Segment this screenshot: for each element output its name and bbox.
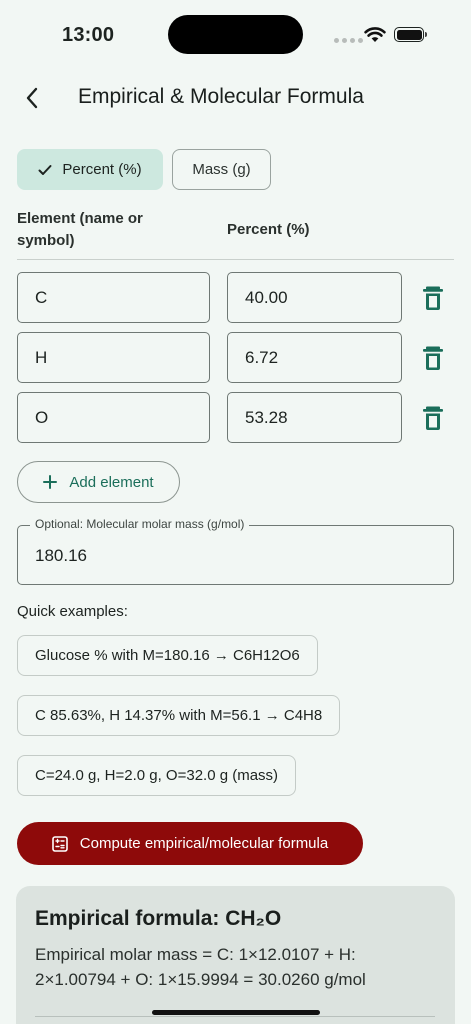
battery-icon xyxy=(394,27,424,42)
percent-input[interactable]: 6.72 xyxy=(227,332,402,383)
add-element-button[interactable]: Add element xyxy=(17,461,180,503)
empirical-molar-mass-text: Empirical molar mass = C: 1×12.0107 + H:… xyxy=(35,945,366,989)
mode-percent-button[interactable]: Percent (%) xyxy=(17,149,163,190)
molar-mass-input[interactable]: Optional: Molecular molar mass (g/mol) 1… xyxy=(17,517,454,585)
compute-label: Compute empirical/molecular formula xyxy=(79,835,329,852)
check-icon xyxy=(38,164,52,175)
compute-button[interactable]: Compute empirical/molecular formula xyxy=(17,822,363,865)
example-chip[interactable]: Glucose % with M=180.16 → C6H12O6 xyxy=(17,635,318,676)
mode-mass-label: Mass (g) xyxy=(192,161,251,178)
add-element-label: Add element xyxy=(69,473,154,491)
percent-input[interactable]: 40.00 xyxy=(227,272,402,323)
cellular-signal-icon xyxy=(334,38,363,43)
delete-icon[interactable] xyxy=(422,405,444,431)
column-header-percent: Percent (%) xyxy=(227,221,310,238)
chevron-left-icon xyxy=(26,87,38,109)
element-input[interactable]: H xyxy=(17,332,210,383)
column-header-element: Element (name or symbol) xyxy=(17,210,143,249)
element-input[interactable]: C xyxy=(17,272,210,323)
app-bar: Empirical & Molecular Formula xyxy=(0,78,471,118)
header-divider xyxy=(17,259,454,260)
mode-mass-button[interactable]: Mass (g) xyxy=(172,149,271,190)
status-time: 13:00 xyxy=(62,24,115,46)
calculator-icon xyxy=(51,835,68,852)
molar-mass-value: 180.16 xyxy=(35,546,87,565)
example-chip[interactable]: C=24.0 g, H=2.0 g, O=32.0 g (mass) xyxy=(17,755,297,796)
result-card: Empirical formula: CH₂O Empirical molar … xyxy=(16,886,455,1024)
example-chip[interactable]: C 85.63%, H 14.37% with M=56.1 → C4H8 xyxy=(17,695,341,736)
mode-percent-label: Percent (%) xyxy=(62,161,142,178)
quick-examples-label: Quick examples: xyxy=(17,603,128,620)
delete-icon[interactable] xyxy=(422,345,444,371)
percent-input[interactable]: 53.28 xyxy=(227,392,402,443)
empirical-formula-title: Empirical formula: CH₂O xyxy=(35,907,282,930)
battery-cap xyxy=(425,32,427,37)
delete-icon[interactable] xyxy=(422,285,444,311)
status-bar: 13:00 xyxy=(0,0,471,70)
home-indicator xyxy=(152,1010,320,1015)
result-divider xyxy=(35,1016,435,1017)
wifi-icon xyxy=(364,27,386,42)
element-input[interactable]: O xyxy=(17,392,210,443)
plus-icon xyxy=(43,475,58,489)
back-button[interactable] xyxy=(18,84,46,112)
molar-mass-legend: Optional: Molecular molar mass (g/mol) xyxy=(30,517,250,531)
dynamic-island xyxy=(168,15,303,54)
page-title: Empirical & Molecular Formula xyxy=(78,85,364,108)
